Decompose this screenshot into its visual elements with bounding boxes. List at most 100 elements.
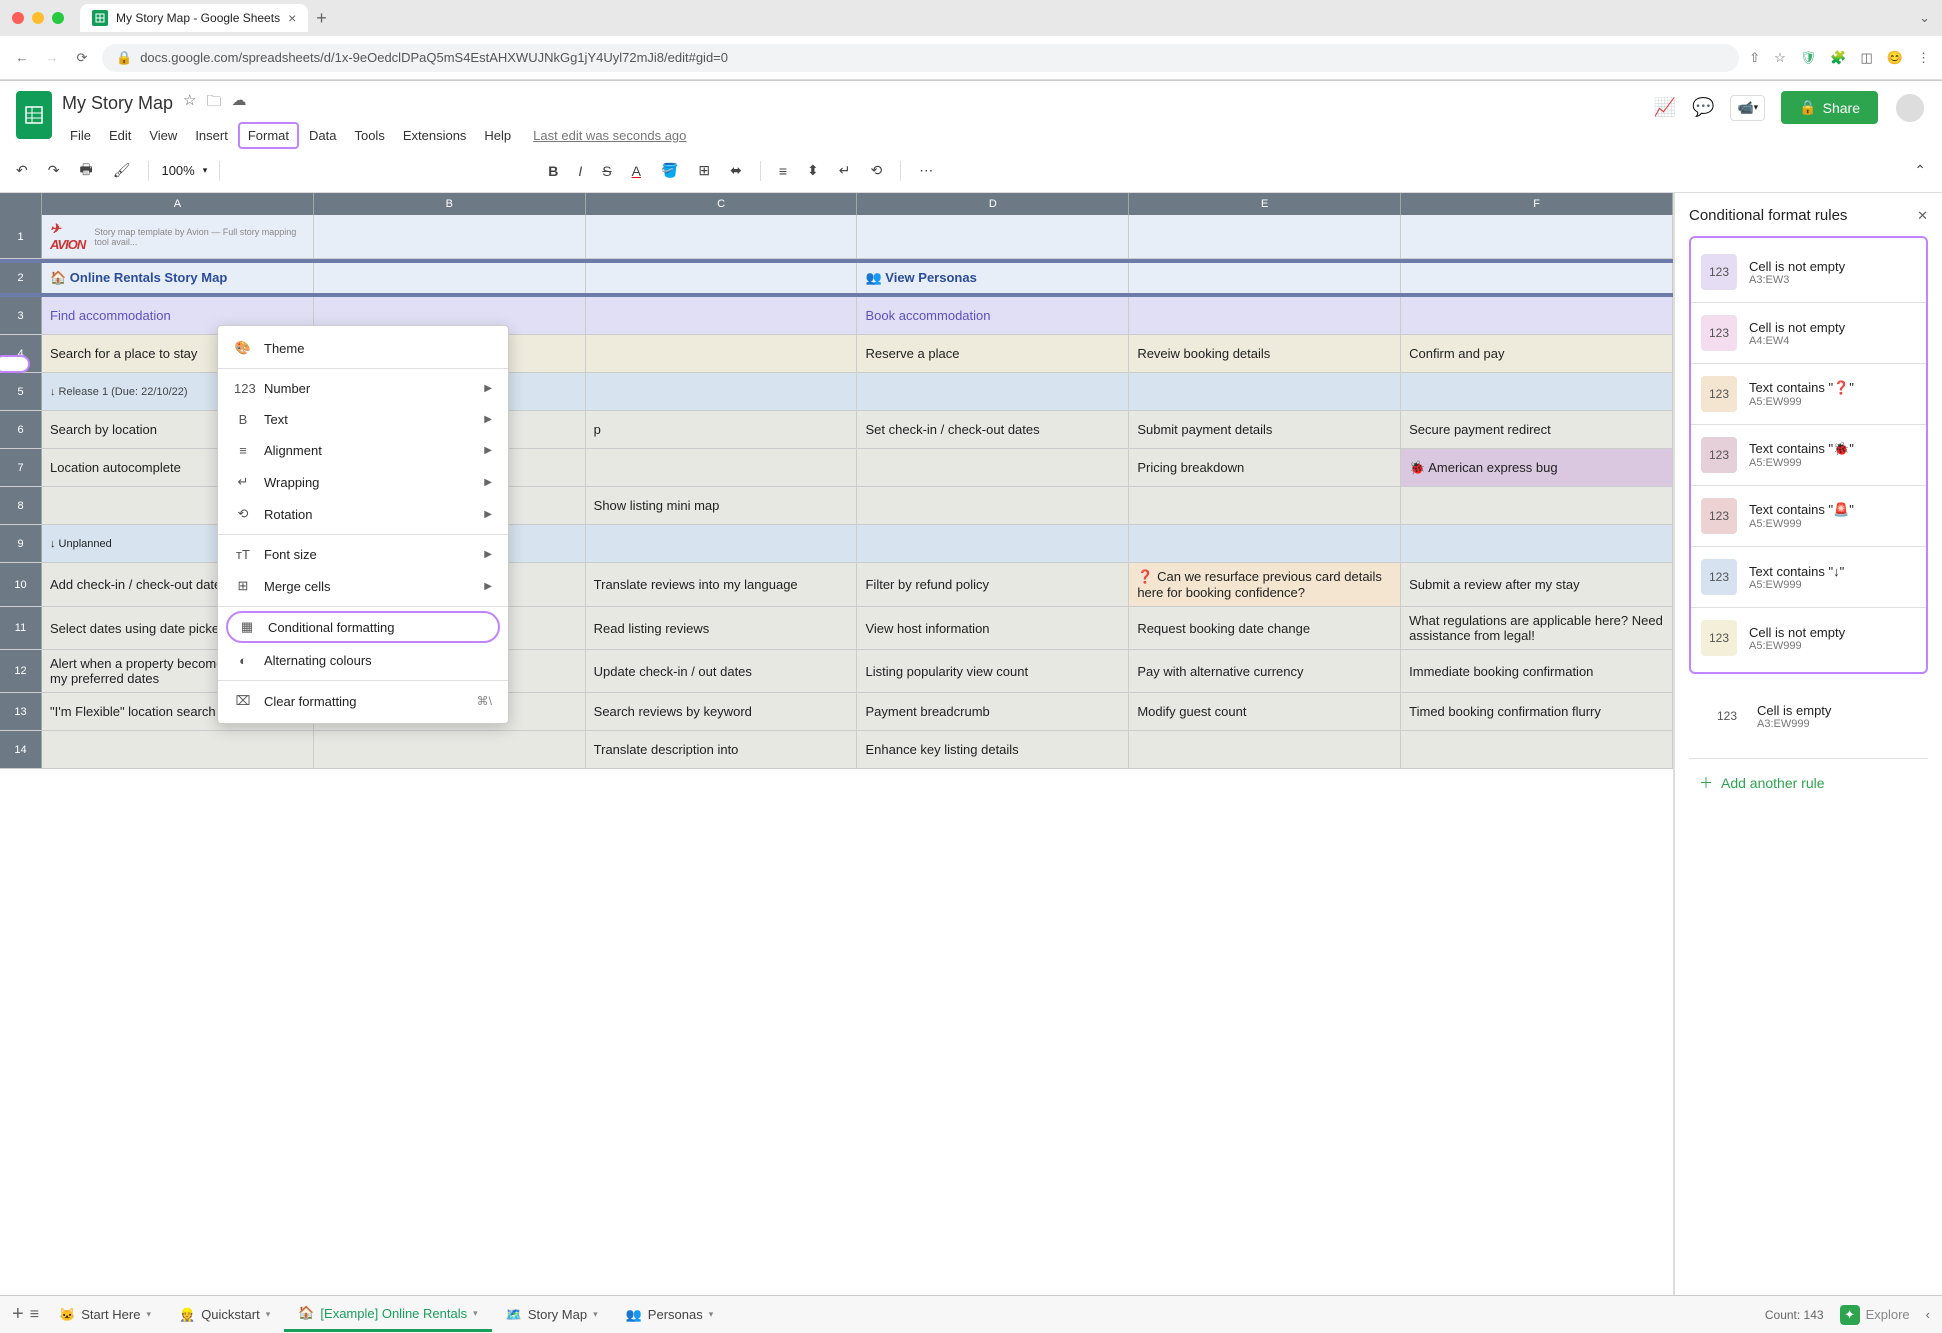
more-button[interactable]: ⋯ — [913, 158, 939, 183]
format-menu-alternating-colours[interactable]: ◐Alternating colours — [218, 645, 508, 676]
url-field[interactable]: 🔒 docs.google.com/spreadsheets/d/1x-9eOe… — [102, 44, 1739, 72]
format-menu-font-size[interactable]: тTFont size▶ — [218, 539, 508, 570]
show-side-panel[interactable]: ‹ — [1926, 1307, 1930, 1322]
add-rule-button[interactable]: ＋ Add another rule — [1689, 759, 1928, 807]
cell-2-D[interactable]: 👥 View Personas — [857, 263, 1129, 293]
row-header-3[interactable]: 3 — [0, 297, 42, 334]
sheet-tab-start-here[interactable]: 🐱Start Here▾ — [45, 1297, 165, 1332]
row-header-6[interactable]: 6 — [0, 411, 42, 448]
format-rule-1[interactable]: 123Cell is not emptyA4:EW4 — [1691, 303, 1926, 364]
cell-9-D[interactable] — [857, 525, 1129, 562]
format-rule-5[interactable]: 123Text contains "↓"A5:EW999 — [1691, 547, 1926, 608]
reload-button[interactable]: ⟳ — [72, 48, 92, 68]
col-header-E[interactable]: E — [1129, 193, 1401, 215]
cell-11-D[interactable]: View host information — [857, 607, 1129, 649]
cell-14-C[interactable]: Translate description into — [586, 731, 858, 768]
panel-icon[interactable]: ◫ — [1861, 50, 1873, 66]
print-button[interactable]: 🖶 — [73, 155, 98, 187]
bold-button[interactable]: B — [542, 159, 564, 183]
cell-10-D[interactable]: Filter by refund policy — [857, 563, 1129, 606]
tab-overflow-icon[interactable]: ⌄ — [1919, 10, 1930, 26]
cell-3-E[interactable] — [1129, 297, 1401, 334]
valign-button[interactable]: ⬍ — [801, 158, 825, 183]
sheet-tab-story-map[interactable]: 🗺️Story Map▾ — [492, 1297, 612, 1332]
menu-tools[interactable]: Tools — [346, 124, 392, 147]
row-header-7[interactable]: 7 — [0, 449, 42, 486]
row-header-5[interactable]: 5 — [0, 373, 42, 410]
format-rule-6[interactable]: 123Cell is not emptyA5:EW999 — [1691, 608, 1926, 668]
format-menu-theme[interactable]: 🎨Theme — [218, 332, 508, 364]
window-maximize[interactable] — [52, 12, 64, 24]
col-header-D[interactable]: D — [857, 193, 1129, 215]
cell-12-D[interactable]: Listing popularity view count — [857, 650, 1129, 692]
cell-13-D[interactable]: Payment breadcrumb — [857, 693, 1129, 730]
borders-button[interactable]: ⊞ — [692, 158, 716, 183]
paint-format-button[interactable]: 🖌 — [107, 158, 137, 183]
add-sheet-button[interactable]: + — [12, 1303, 24, 1326]
sheets-logo[interactable] — [16, 91, 52, 139]
cell-4-C[interactable] — [586, 335, 858, 372]
cell-3-C[interactable] — [586, 297, 858, 334]
cell-6-F[interactable]: Secure payment redirect — [1401, 411, 1673, 448]
row-header-12[interactable]: 12 — [0, 650, 42, 692]
cell-9-C[interactable] — [586, 525, 858, 562]
back-button[interactable]: ← — [12, 48, 32, 68]
row-header-8[interactable]: 8 — [0, 487, 42, 524]
last-edit-link[interactable]: Last edit was seconds ago — [533, 128, 686, 143]
cell-5-E[interactable] — [1129, 373, 1401, 410]
cell-7-F[interactable]: 🐞 American express bug — [1401, 449, 1673, 486]
col-header-A[interactable]: A — [42, 193, 314, 215]
menu-help[interactable]: Help — [476, 124, 519, 147]
activity-icon[interactable]: 📈 — [1654, 97, 1676, 118]
cell-12-E[interactable]: Pay with alternative currency — [1129, 650, 1401, 692]
explore-button[interactable]: ✦ Explore — [1840, 1305, 1910, 1325]
collapse-toolbar[interactable]: ⌃ — [1908, 158, 1932, 183]
wrap-button[interactable]: ↵ — [833, 158, 857, 183]
cell-14-F[interactable] — [1401, 731, 1673, 768]
cell-14-E[interactable] — [1129, 731, 1401, 768]
all-sheets-button[interactable]: ≡ — [30, 1306, 39, 1324]
cell-2-A[interactable]: 🏠 Online Rentals Story Map — [42, 263, 314, 293]
cell-12-F[interactable]: Immediate booking confirmation — [1401, 650, 1673, 692]
format-rule-4[interactable]: 123Text contains "🚨"A5:EW999 — [1691, 486, 1926, 547]
cell-3-F[interactable] — [1401, 297, 1673, 334]
cell-14-D[interactable]: Enhance key listing details — [857, 731, 1129, 768]
profile-icon[interactable]: 😊 — [1887, 50, 1903, 66]
format-menu-wrapping[interactable]: ↵Wrapping▶ — [218, 466, 508, 498]
close-sidebar-icon[interactable]: ✕ — [1917, 208, 1928, 224]
cell-7-C[interactable] — [586, 449, 858, 486]
cell-6-C[interactable]: p — [586, 411, 858, 448]
fill-color-button[interactable]: 🪣 — [655, 158, 684, 183]
undo-button[interactable]: ↶ — [10, 158, 34, 183]
zoom-select[interactable]: 100% — [161, 163, 194, 178]
window-minimize[interactable] — [32, 12, 44, 24]
cell-9-E[interactable] — [1129, 525, 1401, 562]
cell-5-C[interactable] — [586, 373, 858, 410]
merge-button[interactable]: ⬌ — [724, 158, 748, 183]
format-menu-clear-formatting[interactable]: ⌧Clear formatting⌘\ — [218, 685, 508, 717]
text-color-button[interactable]: A — [626, 159, 647, 183]
cell-4-F[interactable]: Confirm and pay — [1401, 335, 1673, 372]
extensions-icon[interactable]: 🧩 — [1830, 50, 1846, 66]
cell-1-F[interactable] — [1401, 215, 1673, 258]
sheet-tab-personas[interactable]: 👥Personas▾ — [612, 1297, 728, 1332]
format-menu-conditional-formatting[interactable]: ▦Conditional formatting — [226, 611, 500, 643]
row-header-9[interactable]: 9 — [0, 525, 42, 562]
cell-7-D[interactable] — [857, 449, 1129, 486]
format-rule-0[interactable]: 123Cell is not emptyA3:EW3 — [1691, 242, 1926, 303]
row-header-10[interactable]: 10 — [0, 563, 42, 606]
share-button[interactable]: 🔒 Share — [1781, 91, 1878, 124]
doc-title[interactable]: My Story Map — [62, 93, 173, 114]
rotate-button[interactable]: ⟲ — [865, 158, 889, 183]
cell-8-D[interactable] — [857, 487, 1129, 524]
cell-1-D[interactable] — [857, 215, 1129, 258]
cell-10-E[interactable]: ❓ Can we resurface previous card details… — [1129, 563, 1401, 606]
cell-10-F[interactable]: Submit a review after my stay — [1401, 563, 1673, 606]
cell-8-E[interactable] — [1129, 487, 1401, 524]
menu-file[interactable]: File — [62, 124, 99, 147]
cell-14-B[interactable] — [314, 731, 586, 768]
browser-tab[interactable]: My Story Map - Google Sheets × — [80, 4, 308, 32]
cell-3-D[interactable]: Book accommodation — [857, 297, 1129, 334]
format-menu-number[interactable]: 123Number▶ — [218, 373, 508, 404]
menu-icon[interactable]: ⋮ — [1917, 50, 1930, 66]
